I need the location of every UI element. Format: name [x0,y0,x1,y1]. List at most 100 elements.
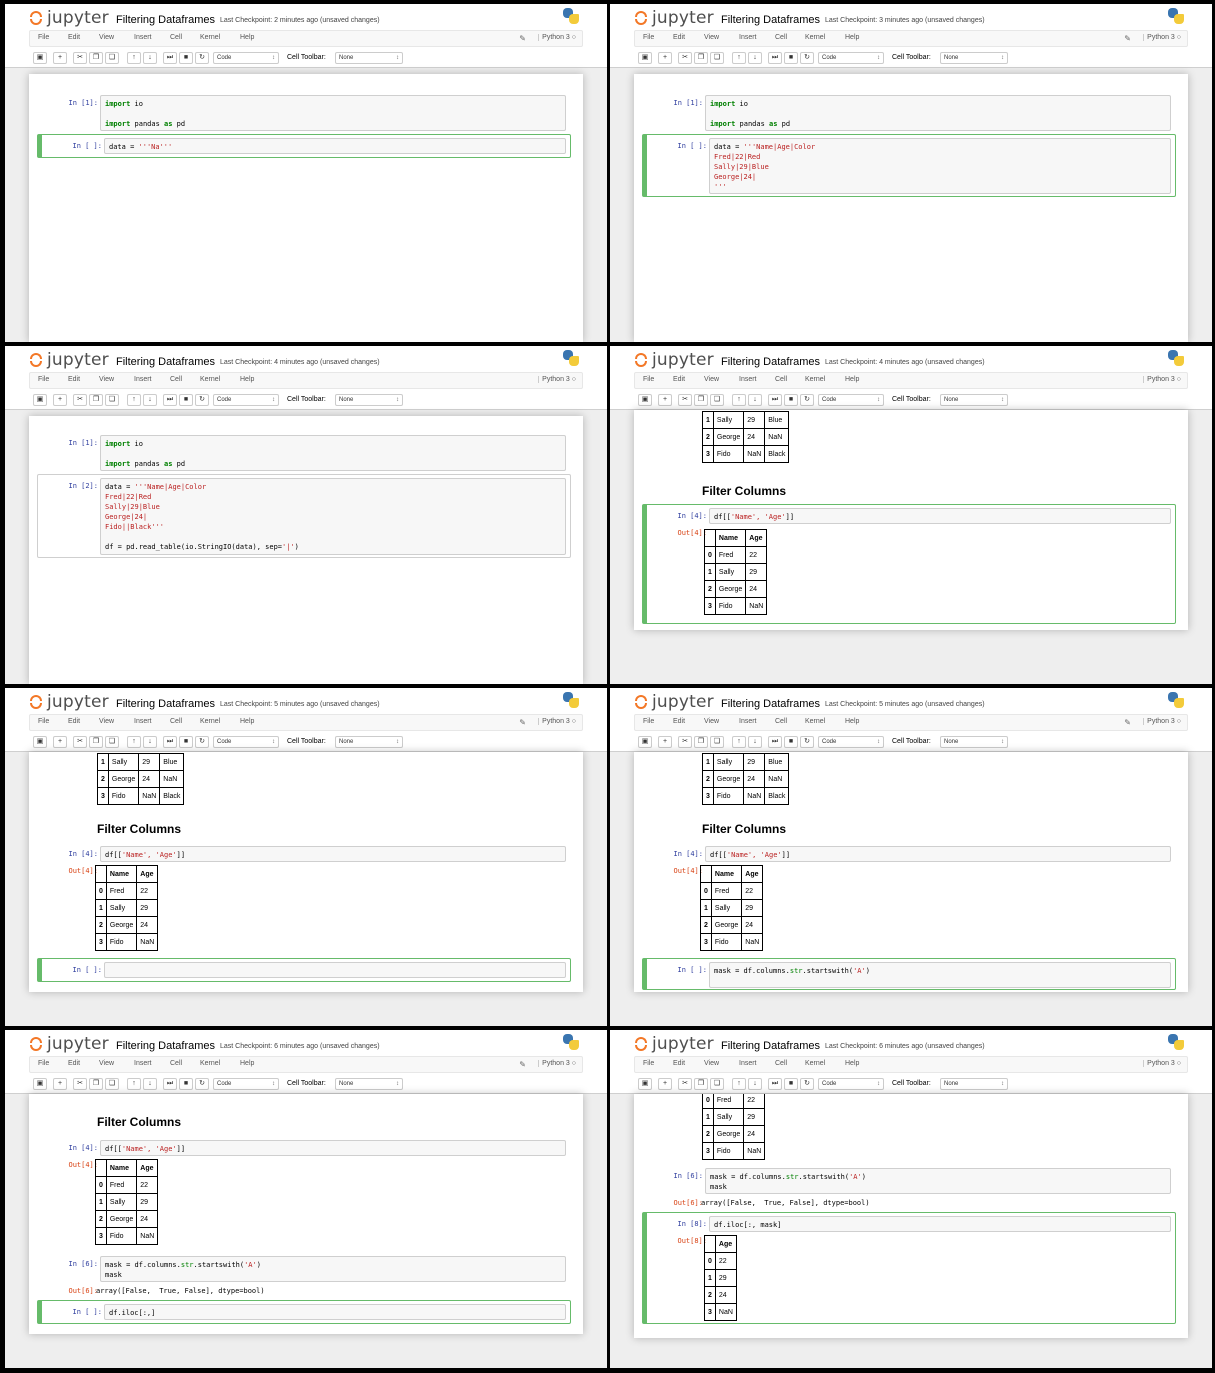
menu-file[interactable]: File [643,718,654,725]
run-icon[interactable]: ⏭ [163,736,177,748]
menu-kernel[interactable]: Kernel [200,718,220,725]
copy-icon[interactable]: ❐ [694,1078,708,1090]
run-icon[interactable]: ⏭ [163,1078,177,1090]
menu-help[interactable]: Help [240,718,254,725]
menu-insert[interactable]: Insert [739,718,757,725]
cell-type-select[interactable]: Code [818,394,884,406]
menu-insert[interactable]: Insert [134,376,152,383]
stop-icon[interactable]: ■ [179,52,193,64]
move-down-icon[interactable]: ↓ [143,52,157,64]
add-cell-icon[interactable]: + [53,52,67,64]
menu-edit[interactable]: Edit [673,1060,685,1067]
move-down-icon[interactable]: ↓ [143,1078,157,1090]
copy-icon[interactable]: ❐ [89,52,103,64]
menu-edit[interactable]: Edit [673,376,685,383]
run-icon[interactable]: ⏭ [163,52,177,64]
code-input[interactable]: data = '''Name|Age|Color Fred|22|Red Sal… [100,478,566,555]
restart-icon[interactable]: ↻ [195,736,209,748]
cell-toolbar-select[interactable]: None [940,52,1008,64]
add-cell-icon[interactable]: + [658,394,672,406]
code-input[interactable]: import io import pandas as pd [100,435,566,471]
code-cell-active[interactable]: In [ ]: data = '''Name|Age|Color Fred|22… [642,134,1176,197]
cut-icon[interactable]: ✂ [678,52,692,64]
notebook-title[interactable]: Filtering Dataframes [721,14,820,26]
menu-view[interactable]: View [99,34,114,41]
paste-icon[interactable]: ❏ [105,52,119,64]
jupyter-logo[interactable]: jupyter [634,8,714,28]
menu-help[interactable]: Help [240,34,254,41]
menu-cell[interactable]: Cell [775,376,787,383]
code-cell[interactable]: In [1]: import io import pandas as pd [642,92,1176,132]
code-input[interactable]: data = '''Na''' [104,138,566,154]
restart-icon[interactable]: ↻ [800,1078,814,1090]
move-up-icon[interactable]: ↑ [127,394,141,406]
save-icon[interactable]: ▣ [33,394,47,406]
code-cell[interactable]: In [4]: df[['Name', 'Age']] Out[4]: Name… [642,842,1176,954]
copy-icon[interactable]: ❐ [694,52,708,64]
notebook-title[interactable]: Filtering Dataframes [116,356,215,368]
menu-help[interactable]: Help [845,718,859,725]
run-icon[interactable]: ⏭ [163,394,177,406]
paste-icon[interactable]: ❏ [710,52,724,64]
cut-icon[interactable]: ✂ [73,1078,87,1090]
jupyter-logo[interactable]: jupyter [634,350,714,370]
restart-icon[interactable]: ↻ [800,736,814,748]
jupyter-logo[interactable]: jupyter [634,1034,714,1054]
menu-cell[interactable]: Cell [170,34,182,41]
move-down-icon[interactable]: ↓ [143,394,157,406]
code-input[interactable]: data = '''Name|Age|Color Fred|22|Red Sal… [709,138,1171,194]
cut-icon[interactable]: ✂ [678,1078,692,1090]
menu-kernel[interactable]: Kernel [805,376,825,383]
code-input[interactable]: import io import pandas as pd [100,95,566,131]
menu-file[interactable]: File [643,34,654,41]
menu-edit[interactable]: Edit [68,376,80,383]
code-input[interactable]: mask = df.columns.str.startswith('A') ma… [100,1256,566,1282]
cell-type-select[interactable]: Code [818,52,884,64]
menu-help[interactable]: Help [845,1060,859,1067]
code-cell[interactable]: In [4]: df[['Name', 'Age']] Out[4]: Name… [37,842,571,954]
menu-cell[interactable]: Cell [170,1060,182,1067]
copy-icon[interactable]: ❐ [89,736,103,748]
add-cell-icon[interactable]: + [658,1078,672,1090]
run-icon[interactable]: ⏭ [768,736,782,748]
menu-insert[interactable]: Insert [739,34,757,41]
menu-kernel[interactable]: Kernel [200,34,220,41]
save-icon[interactable]: ▣ [638,736,652,748]
code-cell-active[interactable]: In [ ]: mask = df.columns.str.startswith… [642,958,1176,990]
menu-view[interactable]: View [704,34,719,41]
stop-icon[interactable]: ■ [784,736,798,748]
jupyter-logo[interactable]: jupyter [29,692,109,712]
paste-icon[interactable]: ❏ [710,394,724,406]
menu-view[interactable]: View [704,376,719,383]
copy-icon[interactable]: ❐ [89,394,103,406]
notebook-title[interactable]: Filtering Dataframes [721,698,820,710]
cell-toolbar-select[interactable]: None [940,394,1008,406]
stop-icon[interactable]: ■ [784,1078,798,1090]
menu-kernel[interactable]: Kernel [200,376,220,383]
menu-file[interactable]: File [38,1060,49,1067]
cell-toolbar-select[interactable]: None [335,736,403,748]
paste-icon[interactable]: ❏ [105,394,119,406]
stop-icon[interactable]: ■ [179,736,193,748]
stop-icon[interactable]: ■ [179,394,193,406]
menu-cell[interactable]: Cell [170,376,182,383]
menu-edit[interactable]: Edit [68,718,80,725]
move-up-icon[interactable]: ↑ [732,52,746,64]
menu-file[interactable]: File [643,376,654,383]
menu-edit[interactable]: Edit [673,718,685,725]
restart-icon[interactable]: ↻ [195,1078,209,1090]
move-up-icon[interactable]: ↑ [127,736,141,748]
menu-edit[interactable]: Edit [68,1060,80,1067]
menu-kernel[interactable]: Kernel [805,34,825,41]
menu-view[interactable]: View [99,376,114,383]
menu-help[interactable]: Help [845,34,859,41]
menu-insert[interactable]: Insert [134,1060,152,1067]
menu-view[interactable]: View [704,718,719,725]
move-up-icon[interactable]: ↑ [732,736,746,748]
move-down-icon[interactable]: ↓ [748,1078,762,1090]
code-input[interactable]: df[['Name', 'Age']] [100,1140,566,1156]
code-cell-active[interactable]: In [4]: df[['Name', 'Age']] Out[4]: Name… [642,504,1176,624]
save-icon[interactable]: ▣ [33,52,47,64]
restart-icon[interactable]: ↻ [195,52,209,64]
copy-icon[interactable]: ❐ [694,394,708,406]
